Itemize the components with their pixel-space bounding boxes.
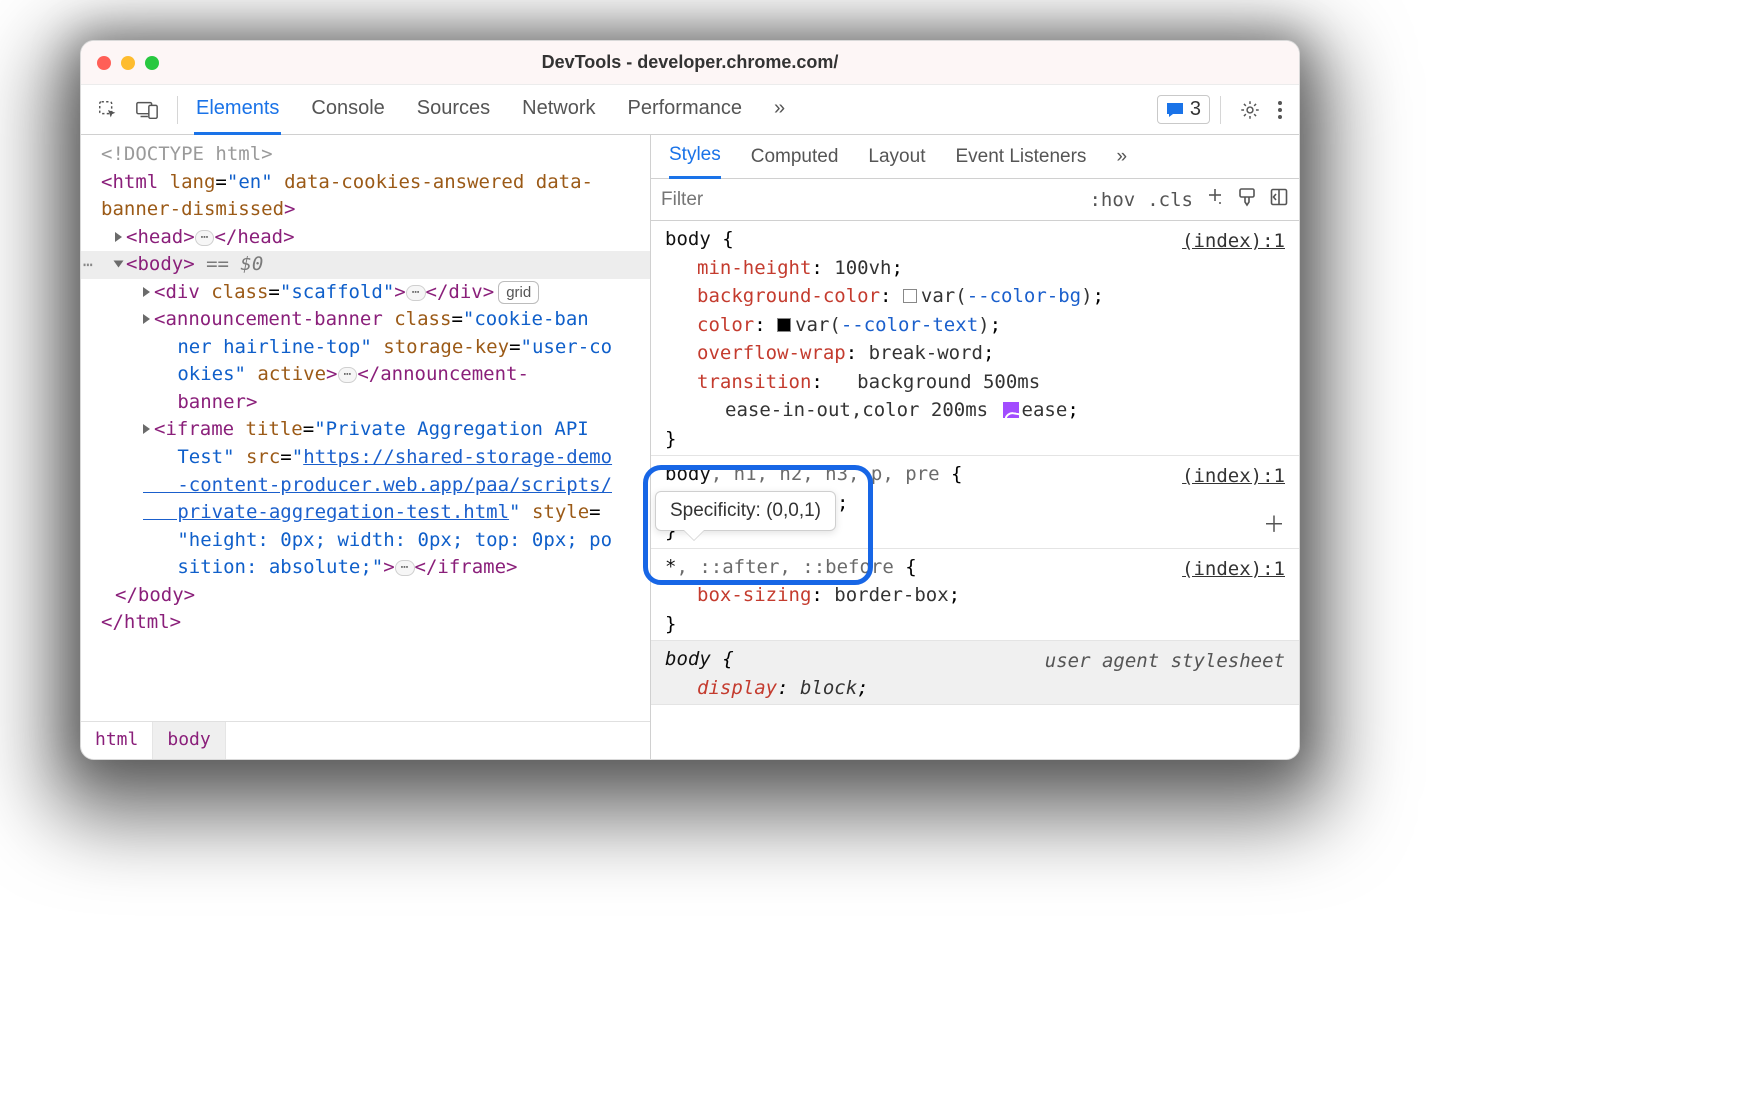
rule-source[interactable]: (index):1 [1182, 555, 1285, 584]
dom-announcement-banner[interactable]: <announcement-banner class="cookie-ban n… [81, 306, 650, 416]
dom-html-open[interactable]: <html lang="en" data-cookies-answered da… [81, 169, 650, 224]
titlebar: DevTools - developer.chrome.com/ [81, 41, 1299, 85]
window-title: DevTools - developer.chrome.com/ [81, 52, 1299, 73]
add-property-icon[interactable]: ＋ [1263, 509, 1285, 542]
rtab-styles[interactable]: Styles [669, 135, 721, 179]
panel-tabs: Elements Console Sources Network Perform… [194, 85, 787, 135]
dom-body-close[interactable]: </body> [81, 582, 650, 610]
breadcrumb: html body [81, 721, 650, 759]
kebab-menu-icon[interactable] [1269, 96, 1291, 124]
dom-body-selected[interactable]: <body> == $0 [81, 251, 650, 279]
dom-iframe[interactable]: <iframe title="Private Aggregation API T… [81, 416, 650, 581]
tab-elements[interactable]: Elements [194, 85, 281, 135]
rule-source[interactable]: (index):1 [1182, 227, 1285, 256]
grid-badge[interactable]: grid [498, 281, 539, 305]
specificity-tooltip: Specificity: (0,0,1) [655, 491, 836, 531]
settings-icon[interactable] [1231, 95, 1269, 125]
main-toolbar: Elements Console Sources Network Perform… [81, 85, 1299, 135]
tab-performance[interactable]: Performance [626, 85, 745, 135]
tabs-overflow[interactable]: » [772, 85, 787, 135]
rule-source-ua: user agent stylesheet [1045, 647, 1285, 676]
device-toggle-icon[interactable] [127, 95, 167, 125]
style-rule-box-sizing[interactable]: (index):1 *, ::after, ::before { box-siz… [651, 549, 1299, 642]
dom-doctype[interactable]: <!DOCTYPE html> [81, 141, 650, 169]
rtabs-overflow[interactable]: » [1116, 136, 1127, 178]
styles-filter-bar: :hov .cls [651, 179, 1299, 221]
inspect-icon[interactable] [89, 95, 127, 125]
issues-badge[interactable]: 3 [1157, 95, 1210, 124]
tab-network[interactable]: Network [520, 85, 597, 135]
dom-head[interactable]: <head>⋯</head> [81, 224, 650, 252]
crumb-body[interactable]: body [153, 722, 225, 759]
rtab-layout[interactable]: Layout [868, 136, 925, 178]
dom-html-close[interactable]: </html> [81, 609, 650, 637]
rule-source[interactable]: (index):1 [1182, 462, 1285, 491]
issues-count: 3 [1190, 98, 1201, 121]
style-rule-body[interactable]: (index):1 body { min-height: 100vh; back… [651, 221, 1299, 456]
style-rule-user-agent[interactable]: user agent stylesheet body { display: bl… [651, 641, 1299, 705]
styles-panel: Styles Computed Layout Event Listeners »… [651, 135, 1299, 759]
easing-icon[interactable] [1003, 402, 1019, 418]
hov-toggle[interactable]: :hov [1089, 189, 1135, 211]
paint-brush-icon[interactable] [1237, 186, 1257, 214]
computed-toggle-icon[interactable] [1269, 187, 1289, 213]
sidebar-tabs: Styles Computed Layout Event Listeners » [651, 135, 1299, 179]
tab-console[interactable]: Console [309, 85, 386, 135]
dom-div-scaffold[interactable]: <div class="scaffold">⋯</div>grid [81, 279, 650, 307]
rtab-event-listeners[interactable]: Event Listeners [955, 136, 1086, 178]
styles-rules[interactable]: (index):1 body { min-height: 100vh; back… [651, 221, 1299, 759]
cls-toggle[interactable]: .cls [1147, 189, 1193, 211]
styles-filter-input[interactable] [661, 189, 1077, 211]
new-rule-icon[interactable] [1205, 186, 1225, 214]
tab-sources[interactable]: Sources [415, 85, 492, 135]
devtools-window: DevTools - developer.chrome.com/ Element… [80, 40, 1300, 760]
rtab-computed[interactable]: Computed [751, 136, 839, 178]
crumb-html[interactable]: html [81, 722, 153, 759]
elements-panel: <!DOCTYPE html> <html lang="en" data-coo… [81, 135, 651, 759]
dom-tree[interactable]: <!DOCTYPE html> <html lang="en" data-coo… [81, 135, 650, 721]
